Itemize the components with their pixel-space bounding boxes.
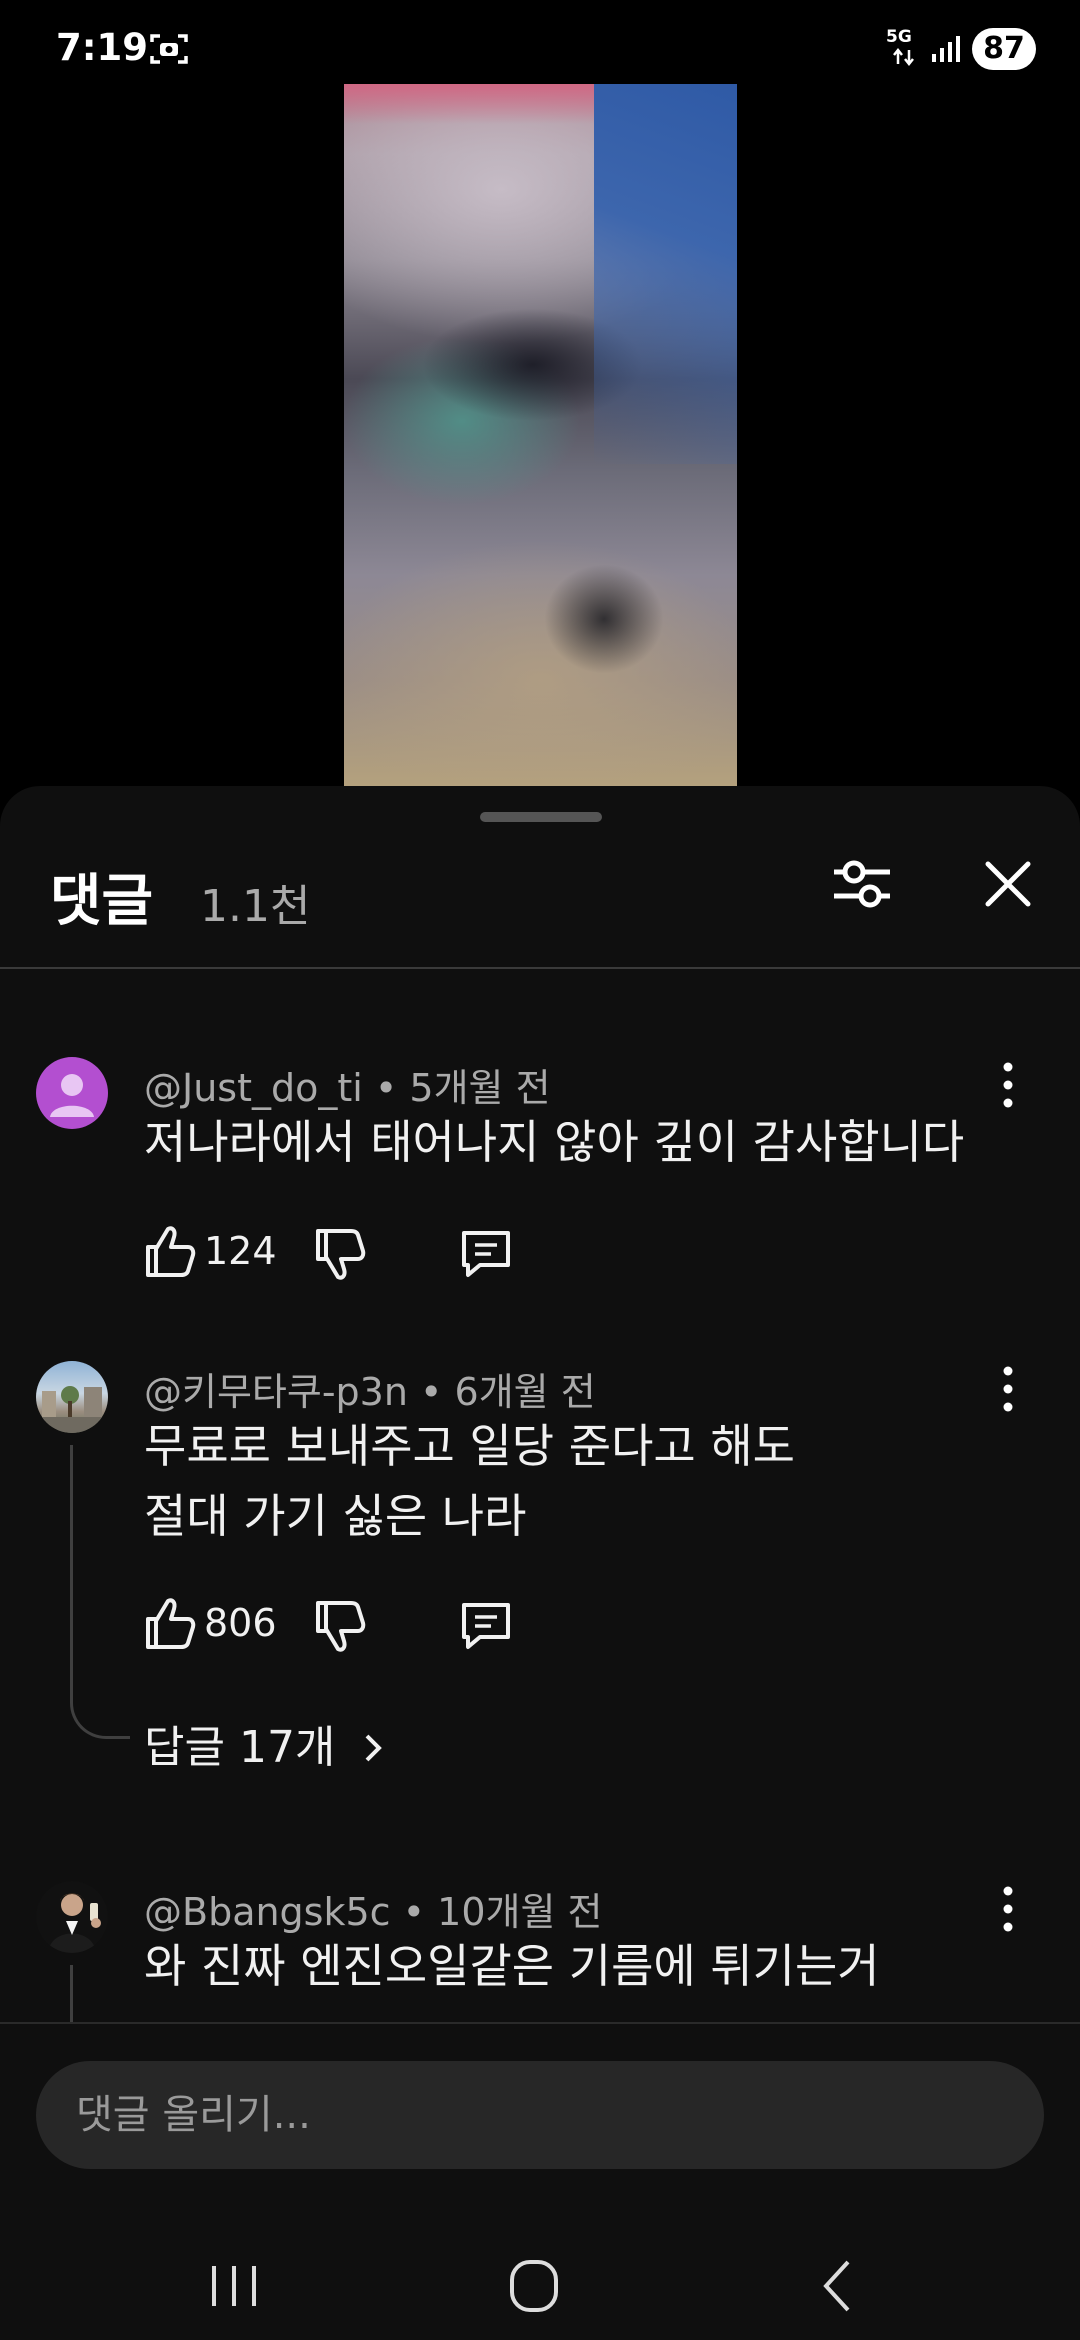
chevron-right-icon	[366, 1734, 383, 1762]
network-type-icon: 5G	[886, 28, 922, 68]
dislike-icon[interactable]	[310, 969, 366, 971]
comments-list[interactable]: 440 @Just_do_ti • 5개월 전	[0, 969, 1080, 2022]
back-icon[interactable]	[800, 2256, 880, 2316]
navigation-bar	[0, 2232, 1080, 2340]
more-options-icon[interactable]	[990, 1361, 1026, 1417]
comment-item: @Bbangsk5c • 10개월 전 와 진짜 엔진오일같은 기름에 튀기는거	[0, 1881, 1080, 2022]
comment-author[interactable]: @Just_do_ti	[144, 1066, 363, 1110]
drag-handle[interactable]	[480, 812, 602, 822]
comment-text: 와 진짜 엔진오일같은 기름에 튀기는거	[144, 1939, 880, 1993]
comment-meta: @Just_do_ti • 5개월 전	[144, 1066, 551, 1110]
reply-icon[interactable]	[458, 1225, 514, 1281]
avatar[interactable]	[36, 1881, 108, 1953]
avatar[interactable]	[36, 1057, 108, 1129]
reply-icon[interactable]	[458, 1597, 514, 1653]
status-time: 7:19	[56, 26, 149, 69]
comment-meta: @Bbangsk5c • 10개월 전	[144, 1890, 603, 1934]
comment-item: @키무타쿠-p3n • 6개월 전 무료로 보내주고 일당 준다고 해도 절대 …	[0, 1361, 1080, 1881]
like-icon[interactable]	[140, 1593, 196, 1653]
comments-title: 댓글	[50, 869, 154, 934]
like-count: 806	[204, 1601, 277, 1645]
thread-line	[70, 1445, 130, 1739]
previous-comment-actions: 440	[0, 969, 1080, 987]
replies-label: 답글 17개	[144, 1722, 336, 1773]
comment-author[interactable]: @키무타쿠-p3n	[144, 1370, 408, 1414]
filter-settings-icon[interactable]	[826, 848, 898, 920]
status-bar: 7:19 5G 87	[0, 0, 1080, 84]
comment-author[interactable]: @Bbangsk5c	[144, 1890, 391, 1934]
comments-count: 1.1천	[200, 881, 311, 932]
recent-apps-icon[interactable]	[194, 2256, 274, 2316]
signal-icon	[932, 36, 960, 62]
dislike-icon[interactable]	[310, 1225, 366, 1285]
avatar[interactable]	[36, 1361, 108, 1433]
like-count: 124	[204, 1229, 277, 1273]
dislike-icon[interactable]	[310, 1597, 366, 1657]
comment-time: 5개월 전	[409, 1066, 551, 1110]
comment-meta: @키무타쿠-p3n • 6개월 전	[144, 1370, 596, 1414]
video-player[interactable]	[344, 84, 737, 786]
comment-time: 6개월 전	[454, 1370, 596, 1414]
comment-actions: 124	[140, 1221, 740, 1291]
battery-indicator: 87	[972, 28, 1036, 70]
view-replies-button[interactable]: 답글 17개	[144, 1711, 389, 1775]
comment-item: @Just_do_ti • 5개월 전 저나라에서 태어나지 않아 깊이 감사합…	[0, 1057, 1080, 1297]
more-options-icon[interactable]	[990, 1881, 1026, 1937]
comments-sheet: 댓글 1.1천 440	[0, 786, 1080, 2232]
comment-time: 10개월 전	[437, 1890, 603, 1934]
screenshot-icon	[150, 34, 188, 64]
close-icon[interactable]	[972, 848, 1044, 920]
comment-text: 저나라에서 태어나지 않아 깊이 감사합니다	[144, 1115, 965, 1169]
home-icon[interactable]	[494, 2256, 574, 2316]
input-divider	[0, 2022, 1080, 2024]
thread-line	[70, 1965, 73, 2022]
comment-input[interactable]	[36, 2061, 1044, 2169]
comment-actions: 806	[140, 1593, 740, 1663]
network-type-label: 5G	[886, 27, 912, 47]
comment-text: 무료로 보내주고 일당 준다고 해도 절대 가기 싫은 나라	[144, 1419, 795, 1543]
like-icon[interactable]	[140, 1221, 196, 1281]
more-options-icon[interactable]	[990, 1057, 1026, 1113]
